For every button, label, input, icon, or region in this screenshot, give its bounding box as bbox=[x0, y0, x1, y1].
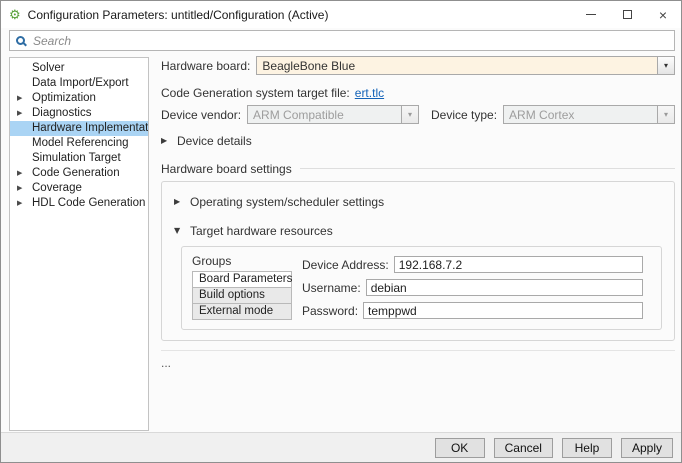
device-type-value: ARM Cortex bbox=[504, 106, 657, 123]
os-scheduler-label: Operating system/scheduler settings bbox=[190, 195, 384, 209]
sidebar-item[interactable]: Simulation Target bbox=[10, 151, 148, 166]
sidebar-item[interactable]: ▶ HDL Code Generation bbox=[10, 196, 148, 211]
close-icon: × bbox=[659, 8, 667, 22]
footer-button[interactable]: Cancel bbox=[494, 438, 553, 458]
collapsed-arrow-icon: ▶ bbox=[174, 197, 183, 206]
sidebar-item[interactable]: Hardware Implementation bbox=[10, 121, 148, 136]
target-resources-label: Target hardware resources bbox=[190, 224, 333, 238]
maximize-icon bbox=[623, 10, 632, 19]
parameter-field-row: Username: bbox=[302, 279, 643, 296]
sidebar-item-label: Solver bbox=[32, 62, 65, 74]
sidebar-item-label: Simulation Target bbox=[32, 152, 121, 164]
groups-tab-label: Build options bbox=[199, 289, 265, 301]
expander-icon: ▶ bbox=[17, 181, 22, 196]
groups-tab-list: Board Parameters Build options External … bbox=[192, 271, 292, 320]
sidebar-item[interactable]: ▶ Optimization bbox=[10, 91, 148, 106]
sidebar-item-label: Data Import/Export bbox=[32, 77, 129, 89]
collapsed-arrow-icon: ▶ bbox=[161, 136, 170, 145]
sidebar-item-label: Model Referencing bbox=[32, 137, 129, 149]
sidebar-item[interactable]: Data Import/Export bbox=[10, 76, 148, 91]
expanded-arrow-icon: ▼ bbox=[174, 226, 183, 235]
parameter-field-label: Device Address: bbox=[302, 258, 389, 272]
device-vendor-combobox: ARM Compatible ▾ bbox=[247, 105, 419, 124]
sidebar-item[interactable]: Model Referencing bbox=[10, 136, 148, 151]
footer-button[interactable]: OK bbox=[435, 438, 485, 458]
hardware-board-label: Hardware board: bbox=[161, 59, 250, 73]
footer-button-bar: OK Cancel Help Apply bbox=[1, 432, 681, 462]
sidebar-item-label: Diagnostics bbox=[32, 107, 91, 119]
parameter-field-label: Password: bbox=[302, 304, 358, 318]
expander-icon: ▶ bbox=[17, 91, 22, 106]
search-input[interactable] bbox=[31, 31, 674, 50]
title-bar: ⚙ Configuration Parameters: untitled/Con… bbox=[1, 1, 681, 28]
expander-icon: ▶ bbox=[17, 166, 22, 181]
sidebar-item[interactable]: ▶ Code Generation bbox=[10, 166, 148, 181]
sidebar-item-label: Code Generation bbox=[32, 167, 120, 179]
main-pane: Hardware board: BeagleBone Blue ▾ Code G… bbox=[161, 54, 675, 370]
hardware-board-combobox[interactable]: BeagleBone Blue ▾ bbox=[256, 56, 675, 75]
hardware-board-value: BeagleBone Blue bbox=[257, 57, 657, 74]
parameter-field-row: Password: bbox=[302, 302, 643, 319]
groups-label: Groups bbox=[192, 254, 292, 268]
device-vendor-label: Device vendor: bbox=[161, 108, 241, 122]
parameter-field-row: Device Address: bbox=[302, 256, 643, 273]
minimize-button[interactable] bbox=[573, 1, 609, 28]
footer-button[interactable]: Help bbox=[562, 438, 612, 458]
footer-button[interactable]: Apply bbox=[621, 438, 673, 458]
window-controls: × bbox=[573, 1, 681, 28]
groups-tab-label: External mode bbox=[199, 305, 273, 317]
sidebar-item-label: HDL Code Generation bbox=[32, 197, 145, 209]
maximize-button[interactable] bbox=[609, 1, 645, 28]
groups-column: Groups Board Parameters Build options bbox=[192, 254, 292, 320]
target-resources-panel: Groups Board Parameters Build options bbox=[181, 246, 662, 330]
device-type-label: Device type: bbox=[431, 108, 497, 122]
window-title: Configuration Parameters: untitled/Confi… bbox=[28, 8, 573, 22]
target-file-label: Code Generation system target file: bbox=[161, 86, 350, 100]
target-file-row: Code Generation system target file: ert.… bbox=[161, 85, 675, 100]
board-settings-heading: Hardware board settings bbox=[161, 162, 292, 176]
target-resources-expander[interactable]: ▼ Target hardware resources bbox=[174, 223, 662, 238]
heading-rule bbox=[300, 168, 675, 169]
dropdown-arrow-icon[interactable]: ▾ bbox=[657, 57, 674, 74]
device-details-expander[interactable]: ▶ Device details bbox=[161, 133, 675, 148]
sidebar-item[interactable]: ▶ Diagnostics bbox=[10, 106, 148, 121]
device-details-label: Device details bbox=[177, 134, 252, 148]
search-bar bbox=[9, 30, 675, 51]
parameter-field-input[interactable] bbox=[394, 256, 643, 273]
target-file-link[interactable]: ert.tlc bbox=[355, 86, 384, 100]
sidebar-item-label: Coverage bbox=[32, 182, 82, 194]
groups-tab-label: Board Parameters bbox=[199, 273, 292, 285]
expander-icon: ▶ bbox=[17, 196, 22, 211]
app-gear-icon: ⚙ bbox=[9, 8, 21, 21]
groups-tab[interactable]: External mode bbox=[192, 304, 292, 320]
ellipsis-text: ... bbox=[161, 356, 675, 370]
sidebar-item-label: Hardware Implementation bbox=[32, 122, 149, 134]
groups-tab[interactable]: Board Parameters bbox=[192, 272, 292, 288]
device-type-combobox: ARM Cortex ▾ bbox=[503, 105, 675, 124]
board-settings-panel: ▶ Operating system/scheduler settings ▼ … bbox=[161, 181, 675, 341]
hardware-board-row: Hardware board: BeagleBone Blue ▾ bbox=[161, 56, 675, 75]
category-tree: Solver Data Import/Export ▶ Optimization… bbox=[9, 57, 149, 431]
board-settings-heading-row: Hardware board settings bbox=[161, 161, 675, 176]
expander-icon: ▶ bbox=[17, 106, 22, 121]
minimize-icon bbox=[586, 14, 596, 15]
parameter-field-label: Username: bbox=[302, 281, 361, 295]
groups-tab[interactable]: Build options bbox=[192, 288, 292, 304]
parameter-field-input[interactable] bbox=[363, 302, 643, 319]
configuration-parameters-dialog: ⚙ Configuration Parameters: untitled/Con… bbox=[0, 0, 682, 463]
os-scheduler-expander[interactable]: ▶ Operating system/scheduler settings bbox=[174, 194, 662, 209]
dropdown-arrow-icon: ▾ bbox=[401, 106, 418, 123]
parameter-field-input[interactable] bbox=[366, 279, 643, 296]
dropdown-arrow-icon: ▾ bbox=[657, 106, 674, 123]
board-parameters-fields: Device Address: Username: Password: bbox=[302, 254, 643, 319]
close-button[interactable]: × bbox=[645, 1, 681, 28]
device-vendor-value: ARM Compatible bbox=[248, 106, 401, 123]
device-vendor-type-row: Device vendor: ARM Compatible ▾ Device t… bbox=[161, 105, 675, 124]
sidebar-item[interactable]: ▶ Coverage bbox=[10, 181, 148, 196]
separator bbox=[161, 350, 675, 351]
sidebar-item-label: Optimization bbox=[32, 92, 96, 104]
sidebar-item[interactable]: Solver bbox=[10, 61, 148, 76]
search-icon bbox=[16, 36, 25, 45]
